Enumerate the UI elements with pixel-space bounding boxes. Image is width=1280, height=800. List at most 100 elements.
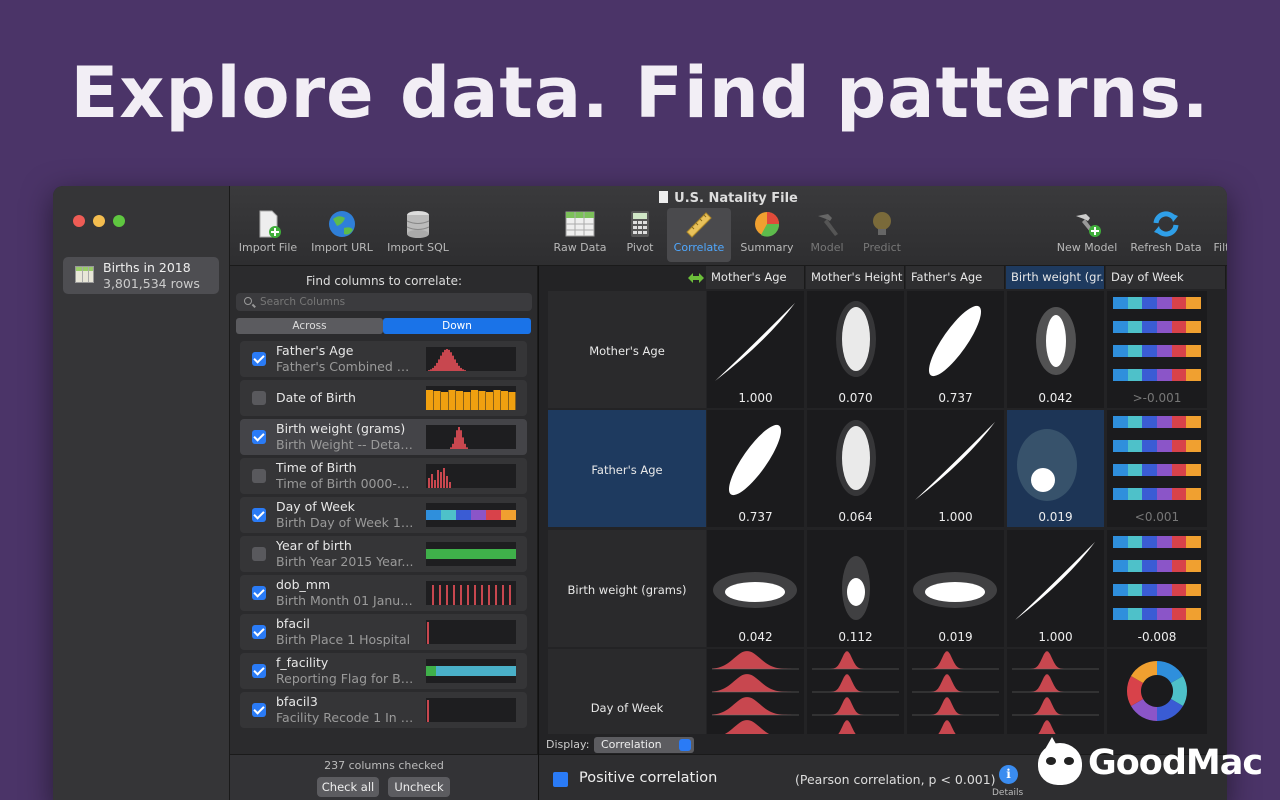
segment-down[interactable]: Down bbox=[383, 318, 531, 334]
dataset-title: Births in 2018 bbox=[103, 260, 191, 275]
color-bar bbox=[1113, 440, 1202, 452]
close-window-button[interactable] bbox=[73, 215, 85, 227]
correlation-cell[interactable]: 0.737 bbox=[707, 410, 804, 527]
import-sql-button[interactable]: Import SQL bbox=[385, 208, 451, 262]
column-subtitle: Birth Place 1 Hospital bbox=[276, 632, 411, 647]
display-select[interactable]: Correlation bbox=[594, 737, 694, 753]
list-item[interactable]: Year of birth Birth Year 2015 Year... bbox=[240, 536, 527, 572]
import-url-button[interactable]: Import URL bbox=[310, 208, 374, 262]
column-header[interactable]: Father's Age bbox=[906, 266, 1005, 289]
column-checkbox[interactable] bbox=[252, 664, 266, 678]
correlation-cell[interactable]: 0.737 bbox=[907, 291, 1004, 408]
row-header[interactable] bbox=[548, 649, 706, 734]
correlate-button[interactable]: Correlate bbox=[667, 208, 731, 262]
model-button[interactable]: Model bbox=[804, 208, 850, 262]
list-item[interactable]: bfacil Birth Place 1 Hospital bbox=[240, 614, 527, 650]
correlation-cell[interactable]: 0.019 bbox=[1007, 410, 1104, 527]
list-item[interactable]: Time of Birth Time of Birth 0000-2... bbox=[240, 458, 527, 494]
predict-label: Predict bbox=[863, 241, 901, 254]
check-all-button[interactable]: Check all bbox=[317, 777, 379, 797]
column-subtitle: Time of Birth 0000-2... bbox=[276, 476, 416, 491]
column-checkbox[interactable] bbox=[252, 586, 266, 600]
column-sparkline bbox=[426, 347, 516, 371]
column-checkbox[interactable] bbox=[252, 703, 266, 717]
distribution-cell[interactable] bbox=[807, 649, 904, 734]
raw-data-button[interactable]: Raw Data bbox=[552, 208, 608, 262]
day-of-week-cell[interactable]: -0.008 bbox=[1107, 530, 1207, 647]
correlation-value: 0.064 bbox=[838, 510, 873, 524]
new-model-button[interactable]: New Model bbox=[1055, 208, 1119, 262]
distribution-cell[interactable] bbox=[707, 649, 804, 734]
row-label: Father's Age bbox=[591, 463, 663, 477]
column-sparkline bbox=[426, 425, 516, 449]
column-checkbox[interactable] bbox=[252, 625, 266, 639]
lightbulb-icon bbox=[867, 210, 897, 238]
correlation-cell[interactable]: 0.070 bbox=[807, 291, 904, 408]
refresh-data-button[interactable]: Refresh Data bbox=[1130, 208, 1202, 262]
correlation-value: 0.019 bbox=[938, 630, 973, 644]
distribution-cell[interactable] bbox=[907, 649, 1004, 734]
uncheck-button[interactable]: Uncheck bbox=[388, 777, 450, 797]
column-checkbox[interactable] bbox=[252, 469, 266, 483]
swap-axes-icon[interactable] bbox=[687, 272, 705, 284]
column-checkbox[interactable] bbox=[252, 352, 266, 366]
app-window: Births in 2018 3,801,534 rows U.S. Natal… bbox=[53, 186, 1227, 800]
list-item[interactable]: bfacil3 Facility Recode 1 In H... bbox=[240, 692, 527, 728]
brand-watermark: GoodMac bbox=[1038, 737, 1274, 791]
column-title: bfacil3 bbox=[276, 694, 318, 709]
column-title: Date of Birth bbox=[276, 390, 356, 405]
correlation-cell[interactable]: 1.000 bbox=[707, 291, 804, 408]
segment-across[interactable]: Across bbox=[236, 318, 383, 334]
correlation-cell[interactable]: 0.064 bbox=[807, 410, 904, 527]
correlation-value: 1.000 bbox=[738, 391, 773, 405]
legend-swatch bbox=[553, 772, 568, 787]
column-checkbox[interactable] bbox=[252, 547, 266, 561]
summary-button[interactable]: Summary bbox=[735, 208, 799, 262]
column-header[interactable]: Birth weight (gr... bbox=[1006, 266, 1105, 289]
legend-label: Positive correlation bbox=[579, 770, 718, 786]
search-input[interactable]: Search Columns bbox=[236, 293, 532, 311]
list-item[interactable]: Birth weight (grams) Birth Weight -- Deta… bbox=[240, 419, 527, 455]
correlation-value: 0.112 bbox=[838, 630, 873, 644]
filter-data-button[interactable]: Filter Data bbox=[1212, 208, 1227, 262]
correlation-cell[interactable]: 1.000 bbox=[907, 410, 1004, 527]
zoom-window-button[interactable] bbox=[113, 215, 125, 227]
correlation-cell[interactable]: 0.112 bbox=[807, 530, 904, 647]
correlation-cell[interactable]: 1.000 bbox=[1007, 530, 1104, 647]
pivot-label: Pivot bbox=[626, 241, 654, 254]
column-sparkline bbox=[426, 386, 516, 410]
day-of-week-cell[interactable]: <0.001 bbox=[1107, 410, 1207, 527]
list-item[interactable]: dob_mm Birth Month 01 January bbox=[240, 575, 527, 611]
minimize-window-button[interactable] bbox=[93, 215, 105, 227]
correlation-cell[interactable]: 0.042 bbox=[1007, 291, 1104, 408]
list-item[interactable]: Date of Birth bbox=[240, 380, 527, 416]
column-subtitle: Birth Month 01 January bbox=[276, 593, 416, 608]
document-icon bbox=[659, 191, 669, 203]
hammer-icon bbox=[812, 210, 842, 238]
correlation-cell[interactable]: 0.019 bbox=[907, 530, 1004, 647]
list-item[interactable]: f_facility Reporting Flag for Birt... bbox=[240, 653, 527, 689]
column-checkbox[interactable] bbox=[252, 430, 266, 444]
column-header[interactable]: Mother's Height bbox=[806, 266, 905, 289]
spreadsheet-icon bbox=[565, 210, 595, 238]
predict-button[interactable]: Predict bbox=[855, 208, 909, 262]
distribution-cell[interactable] bbox=[1007, 649, 1104, 734]
correlation-value: 0.737 bbox=[938, 391, 973, 405]
column-header[interactable]: Mother's Age bbox=[706, 266, 805, 289]
list-item[interactable]: Day of Week Birth Day of Week 1 S... bbox=[240, 497, 527, 533]
correlation-cell[interactable]: 0.042 bbox=[707, 530, 804, 647]
correlate-label: Correlate bbox=[673, 241, 725, 254]
list-item[interactable]: Father's Age Father's Combined A... bbox=[240, 341, 527, 377]
pivot-button[interactable]: Pivot bbox=[618, 208, 662, 262]
sidebar-item-dataset[interactable]: Births in 2018 3,801,534 rows bbox=[63, 257, 219, 294]
info-icon[interactable]: i bbox=[999, 765, 1018, 784]
column-checkbox[interactable] bbox=[252, 508, 266, 522]
import-file-button[interactable]: Import File bbox=[238, 208, 298, 262]
day-of-week-cell[interactable]: >-0.001 bbox=[1107, 291, 1207, 408]
import-url-label: Import URL bbox=[311, 241, 373, 254]
column-header[interactable]: Day of Week bbox=[1106, 266, 1226, 289]
column-sparkline bbox=[426, 698, 516, 722]
donut-chart-cell[interactable] bbox=[1107, 649, 1207, 734]
column-checkbox[interactable] bbox=[252, 391, 266, 405]
checked-count: 237 columns checked bbox=[324, 759, 444, 772]
